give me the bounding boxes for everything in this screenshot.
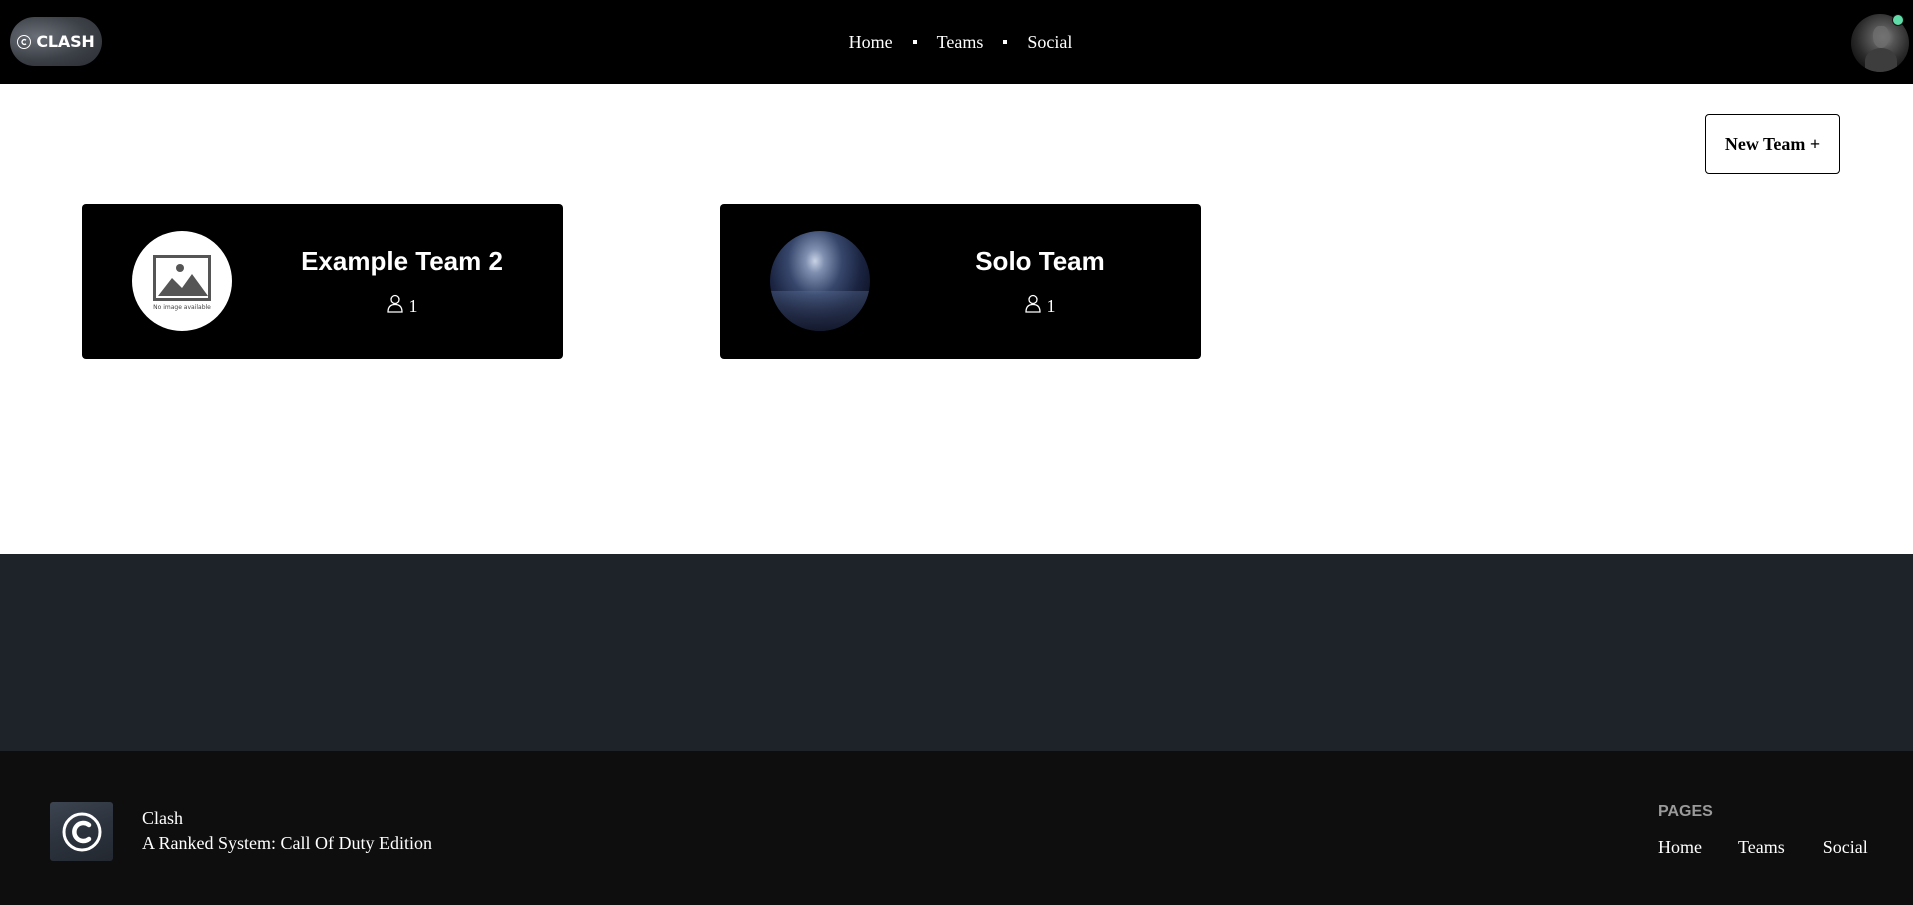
- image-icon: [153, 255, 211, 301]
- team-image: [770, 231, 870, 331]
- footer: Clash A Ranked System: Call Of Duty Edit…: [0, 751, 1913, 905]
- nav-separator: [912, 40, 917, 44]
- pages-heading: PAGES: [1658, 803, 1713, 820]
- footer-subtitle: A Ranked System: Call Of Duty Edition: [142, 833, 432, 853]
- person-icon: [1024, 294, 1041, 318]
- nav-separator: [1003, 40, 1008, 44]
- team-card[interactable]: No image available Example Team 2 1: [82, 204, 563, 359]
- top-navbar: CLASH Home Teams Social: [0, 0, 1913, 84]
- footer-teams-link[interactable]: Teams: [1738, 837, 1785, 858]
- nav-social-link[interactable]: Social: [1027, 32, 1072, 53]
- member-count: 1: [910, 294, 1170, 318]
- footer-social-link[interactable]: Social: [1823, 837, 1868, 858]
- person-icon: [386, 294, 403, 318]
- footer-top-band: [0, 554, 1913, 751]
- footer-logo-icon: [50, 802, 113, 861]
- online-status-indicator: [1892, 14, 1904, 26]
- team-card[interactable]: Solo Team 1: [720, 204, 1201, 359]
- nav-teams-link[interactable]: Teams: [937, 32, 984, 53]
- member-count-value: 1: [1046, 295, 1056, 316]
- nav-home-link[interactable]: Home: [849, 32, 893, 53]
- main-nav: Home Teams Social: [0, 0, 1913, 84]
- team-name: Solo Team: [975, 246, 1105, 276]
- new-team-button[interactable]: New Team +: [1705, 114, 1840, 174]
- no-image-caption: No image available: [153, 304, 211, 311]
- no-image-placeholder: No image available: [132, 231, 232, 331]
- footer-home-link[interactable]: Home: [1658, 837, 1702, 858]
- member-count-value: 1: [408, 295, 418, 316]
- team-name: Example Team 2: [301, 246, 503, 276]
- footer-title: Clash: [142, 808, 184, 828]
- member-count: 1: [272, 294, 532, 318]
- footer-links: Home Teams Social: [1658, 837, 1868, 858]
